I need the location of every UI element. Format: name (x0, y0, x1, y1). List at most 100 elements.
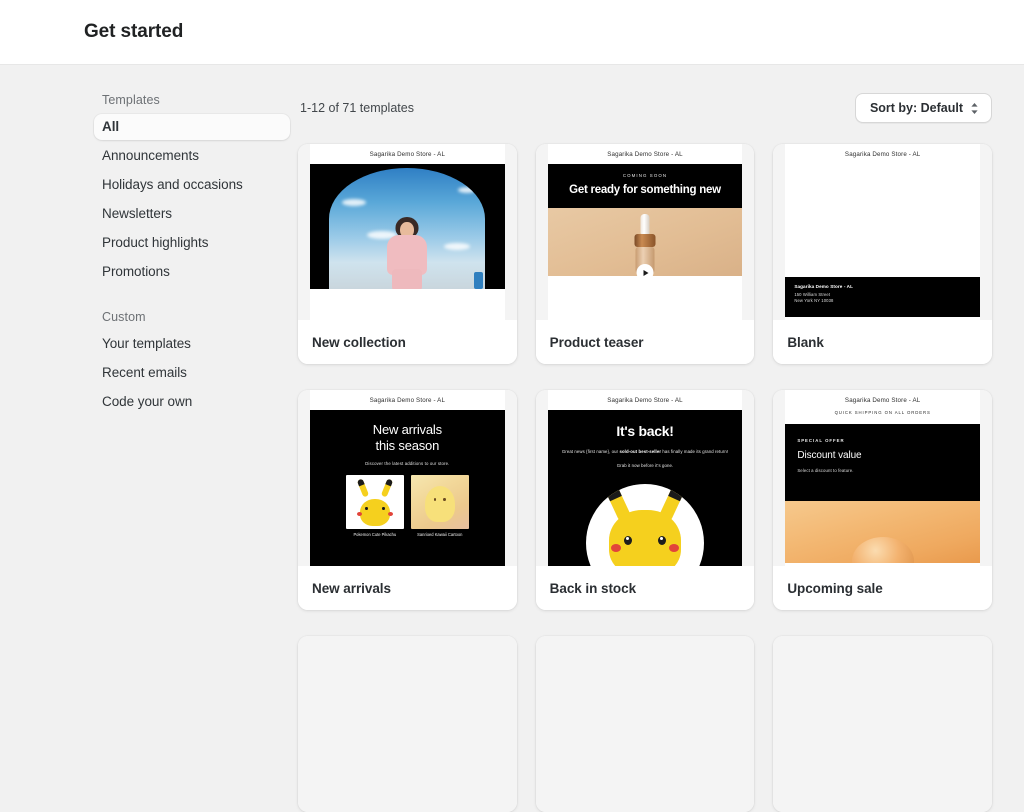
cloud-shape (457, 187, 476, 194)
sidebar-item-holidays-and-occasions[interactable]: Holidays and occasions (94, 172, 290, 198)
template-card-next-row[interactable] (535, 636, 755, 812)
pikachu-ear-right (380, 478, 393, 498)
play-triangle (643, 269, 649, 276)
kawaii-plush-image (410, 475, 469, 530)
card-footer: New arrivals (298, 566, 517, 610)
preview-subtitle: Select a discount to feature. (797, 468, 854, 473)
page-header: Get started (0, 0, 1024, 65)
person-skirt (392, 269, 423, 289)
sidebar-group-label-templates: Templates (102, 93, 160, 107)
preview-product-caption: Pokemon Cute Pikachu (353, 532, 397, 538)
card-title: Back in stock (549, 580, 637, 596)
pikachu-eye-right (657, 536, 666, 545)
card-footer: New collection (298, 320, 517, 364)
sidebar-item-code-your-own[interactable]: Code your own (94, 389, 290, 415)
preview-sheet: Sagarika Demo Store - AL COMING SOON Get… (547, 144, 743, 320)
preview-product-list: Pokemon Cute Pikachu Sanrioed Kawaii Car… (320, 475, 495, 538)
circle-photo-frame (585, 484, 704, 566)
template-card-upcoming-sale[interactable]: Sagarika Demo Store - AL QUICK SHIPPING … (773, 390, 992, 610)
preview-sheet: Sagarika Demo Store - AL (310, 144, 505, 320)
card-footer: Upcoming sale (773, 566, 992, 610)
cloud-shape (443, 243, 470, 251)
preview-footer-address-2: New York NY 10038 (794, 298, 834, 303)
card-preview-next-row (298, 636, 517, 812)
sidebar-item-newsletters[interactable]: Newsletters (94, 201, 290, 227)
preview-stock-body: It's back! Great news {first name}, our … (547, 410, 743, 566)
preview-store-name: Sagarika Demo Store - AL (607, 397, 683, 404)
pikachu-eye-left (364, 506, 368, 511)
preview-headline: Get ready for something new (569, 184, 721, 196)
preview-store-name: Sagarika Demo Store - AL (844, 397, 921, 404)
pikachu-body (359, 499, 390, 527)
preview-store-name: Sagarika Demo Store - AL (607, 151, 683, 158)
preview-headline-line-2: this season (375, 437, 440, 453)
preview-headline: It's back! (616, 423, 674, 439)
page-title: Get started (84, 21, 184, 42)
sidebar-item-promotions[interactable]: Promotions (94, 259, 290, 285)
preview-store-name: Sagarika Demo Store - AL (369, 151, 446, 158)
pikachu-ear-left (356, 478, 369, 498)
fruit-shape (851, 537, 914, 563)
sidebar: Templates All Announcements Holidays and… (94, 91, 290, 418)
main-toolbar: 1-12 of 71 templates Sort by: Default (298, 91, 992, 125)
template-card-new-collection[interactable]: Sagarika Demo Store - AL New collection (298, 144, 517, 364)
results-count: 1-12 of 71 templates (300, 101, 414, 115)
preview-body-bold: sold-out best-seller (619, 449, 662, 454)
preview-store-name: Sagarika Demo Store - AL (844, 151, 921, 158)
sidebar-item-product-highlights[interactable]: Product highlights (94, 230, 290, 256)
play-icon (636, 264, 654, 277)
sidebar-item-your-templates[interactable]: Your templates (94, 331, 290, 357)
preview-sheet: Sagarika Demo Store - AL Sagarika Demo S… (785, 144, 980, 320)
sort-by-button[interactable]: Sort by: Default (854, 93, 992, 123)
person-illustration (384, 217, 430, 289)
blue-bag-shape (474, 272, 484, 289)
template-card-new-arrivals[interactable]: Sagarika Demo Store - AL New arrivals th… (298, 390, 517, 610)
sidebar-item-recent-emails[interactable]: Recent emails (94, 360, 290, 386)
card-preview-upcoming-sale: Sagarika Demo Store - AL QUICK SHIPPING … (773, 390, 992, 566)
pikachu-eye-right (381, 506, 385, 511)
preview-headline-line-1: New arrivals (372, 422, 442, 437)
preview-body-text: Great news {first name}, our sold-out be… (559, 448, 732, 455)
card-title: Product teaser (549, 334, 644, 350)
preview-hero-photo (310, 164, 505, 289)
main-content: 1-12 of 71 templates Sort by: Default Sa… (298, 91, 992, 812)
card-preview-next-row (773, 636, 992, 812)
preview-subtitle: Discover the latest additions to our sto… (365, 461, 450, 467)
card-preview-back-in-stock: Sagarika Demo Store - AL It's back! Grea… (535, 390, 755, 566)
sidebar-item-announcements[interactable]: Announcements (94, 143, 290, 169)
dropper-collar (634, 234, 656, 248)
preview-headline-band: COMING SOON Get ready for something new (547, 164, 743, 209)
template-card-product-teaser[interactable]: Sagarika Demo Store - AL COMING SOON Get… (535, 144, 755, 364)
sidebar-group-templates: Templates All Announcements Holidays and… (94, 93, 290, 285)
sidebar-group-label-custom: Custom (102, 310, 146, 324)
preview-sale-photo (785, 501, 980, 563)
template-card-blank[interactable]: Sagarika Demo Store - AL Sagarika Demo S… (773, 144, 992, 364)
card-footer: Blank (773, 320, 992, 364)
pikachu-cheek-right (668, 544, 679, 552)
kawaii-eye-left (433, 498, 437, 502)
preview-body-text-secondary: Grab it now before it's gone. (616, 463, 674, 469)
sidebar-item-all[interactable]: All (94, 114, 290, 140)
preview-footer-store-name: Sagarika Demo Store - AL (794, 284, 853, 289)
preview-shipping-banner: QUICK SHIPPING ON ALL ORDERS (834, 410, 931, 415)
template-card-grid: Sagarika Demo Store - AL New collection … (298, 144, 992, 812)
template-card-next-row[interactable] (773, 636, 992, 812)
pikachu-eye-left (623, 536, 632, 545)
template-card-back-in-stock[interactable]: Sagarika Demo Store - AL It's back! Grea… (535, 390, 755, 610)
card-footer: Back in stock (535, 566, 755, 610)
preview-product-photo (547, 208, 743, 277)
card-preview-blank: Sagarika Demo Store - AL Sagarika Demo S… (773, 144, 992, 320)
template-card-next-row[interactable] (298, 636, 517, 812)
preview-body-before: Great news {first name}, our (561, 449, 620, 454)
card-preview-next-row (535, 636, 755, 812)
kawaii-plush-body (424, 486, 455, 523)
card-preview-product-teaser: Sagarika Demo Store - AL COMING SOON Get… (535, 144, 755, 320)
card-title: Upcoming sale (787, 580, 883, 596)
card-title: New arrivals (312, 580, 391, 596)
blank-canvas-area (785, 164, 980, 277)
dropper-cap (640, 214, 650, 235)
preview-product-caption: Sanrioed Kawaii Cartoon (417, 532, 463, 538)
preview-headline: Discount value (797, 450, 862, 461)
preview-email-footer: Sagarika Demo Store - AL 150 William Str… (785, 277, 980, 317)
pikachu-cheek-right (387, 512, 393, 517)
